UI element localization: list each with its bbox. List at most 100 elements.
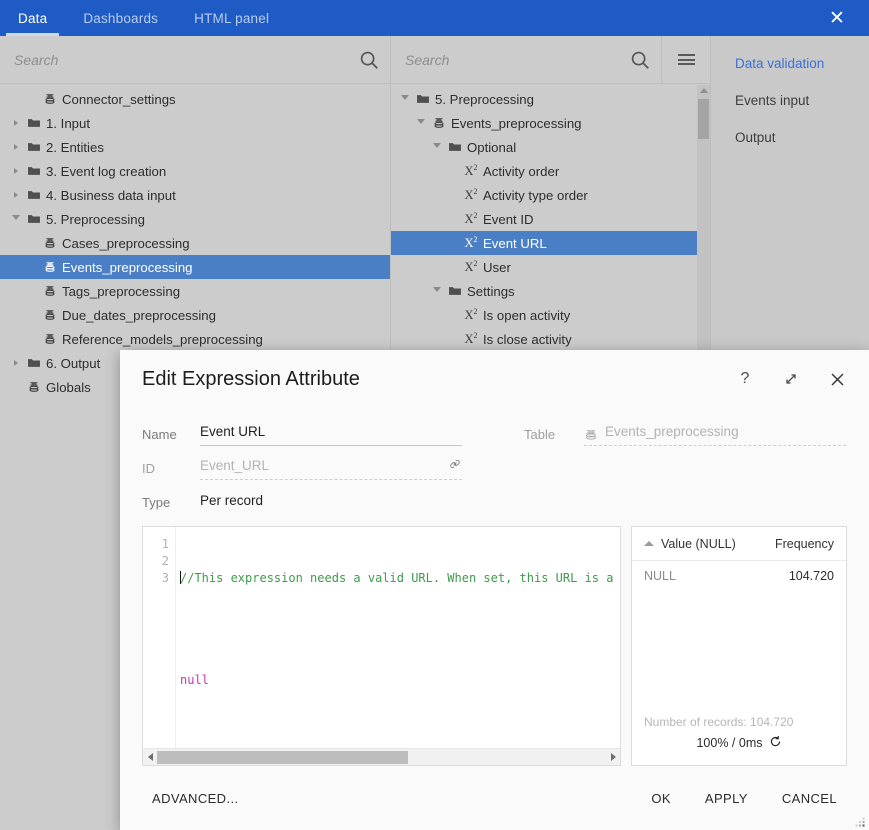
id-field[interactable]: Event_URL xyxy=(200,456,462,480)
tree-item[interactable]: 5. Preprocessing xyxy=(391,87,710,111)
tree-item-label: 4. Business data input xyxy=(44,188,176,203)
tree-item[interactable]: 4. Business data input xyxy=(0,183,390,207)
tree-item[interactable]: Due_dates_preprocessing xyxy=(0,303,390,327)
tree-item-label: Event ID xyxy=(481,212,534,227)
tree-item[interactable]: X2Activity type order xyxy=(391,183,710,207)
tree-item[interactable]: 2. Entities xyxy=(0,135,390,159)
chevron-right-icon[interactable] xyxy=(8,120,24,126)
expression-editor[interactable]: 1 2 3 //This expression needs a valid UR… xyxy=(142,526,621,766)
edit-expression-attribute-dialog: Edit Expression Attribute ? xyxy=(120,350,869,830)
tab-data[interactable]: Data xyxy=(0,0,65,36)
dialog-footer: ADVANCED... OK APPLY CANCEL xyxy=(120,766,869,830)
right-link-output[interactable]: Output xyxy=(735,130,869,145)
expression-icon: X2 xyxy=(461,187,481,203)
folder-icon xyxy=(24,188,44,202)
tree-item[interactable]: X2Event URL xyxy=(391,231,710,255)
scrollbar-thumb[interactable] xyxy=(698,99,709,139)
cancel-button[interactable]: CANCEL xyxy=(772,783,847,814)
tree-item[interactable]: Settings xyxy=(391,279,710,303)
tab-html-panel[interactable]: HTML panel xyxy=(176,0,287,36)
chevron-down-icon[interactable] xyxy=(397,95,413,103)
code-comment: //This expression needs a valid URL. Whe… xyxy=(180,571,613,585)
expression-icon: X2 xyxy=(461,235,481,251)
chevron-right-icon[interactable] xyxy=(8,192,24,198)
tree-item[interactable]: Connector_settings xyxy=(0,87,390,111)
left-search-box[interactable] xyxy=(0,36,390,84)
table-row[interactable]: NULL 104.720 xyxy=(632,561,846,591)
column-header-frequency[interactable]: Frequency xyxy=(775,537,834,551)
tree-item[interactable]: Optional xyxy=(391,135,710,159)
scrollbar-track[interactable] xyxy=(157,749,606,766)
expand-icon[interactable] xyxy=(781,369,801,389)
chevron-right-icon[interactable] xyxy=(8,144,24,150)
tree-item-label: User xyxy=(481,260,511,275)
ok-button[interactable]: OK xyxy=(641,783,681,814)
tree-item-label: Connector_settings xyxy=(60,92,176,107)
tree-item[interactable]: X2Is close activity xyxy=(391,327,710,351)
advanced-button[interactable]: ADVANCED... xyxy=(142,783,249,814)
tree-item[interactable]: Reference_models_preprocessing xyxy=(0,327,390,351)
sort-ascending-icon[interactable] xyxy=(644,541,654,546)
tree-item-label: 3. Event log creation xyxy=(44,164,166,179)
expression-icon: X2 xyxy=(461,307,481,323)
line-number: 1 xyxy=(143,536,169,553)
tree-item[interactable]: Events_preprocessing xyxy=(391,111,710,135)
refresh-icon[interactable] xyxy=(769,735,782,751)
folder-icon xyxy=(24,212,44,226)
search-icon[interactable] xyxy=(358,49,380,71)
dialog-close-icon[interactable] xyxy=(827,369,847,389)
tree-item[interactable]: 3. Event log creation xyxy=(0,159,390,183)
close-icon[interactable]: ✕ xyxy=(805,0,869,36)
hamburger-icon[interactable] xyxy=(662,36,710,84)
chevron-down-icon[interactable] xyxy=(429,143,445,151)
scroll-right-icon[interactable] xyxy=(606,753,620,761)
folder-icon xyxy=(24,140,44,154)
right-link-events-input[interactable]: Events input xyxy=(735,93,869,108)
name-field[interactable]: Event URL xyxy=(200,422,462,446)
expression-icon: X2 xyxy=(461,331,481,347)
line-number: 3 xyxy=(143,570,169,587)
tree-item[interactable]: X2User xyxy=(391,255,710,279)
tree-item[interactable]: X2Event ID xyxy=(391,207,710,231)
code-line-3: null xyxy=(180,672,620,689)
resize-grip[interactable] xyxy=(854,815,866,827)
table-icon xyxy=(24,380,44,394)
scrollbar-thumb[interactable] xyxy=(157,751,408,764)
tree-item-label: Settings xyxy=(465,284,515,299)
mid-search-box[interactable] xyxy=(391,36,661,84)
record-count-label: Number of records: 104.720 xyxy=(632,715,846,735)
tab-dashboards[interactable]: Dashboards xyxy=(65,0,176,36)
type-value: Per record xyxy=(200,493,263,511)
editor-horizontal-scrollbar[interactable] xyxy=(143,748,620,765)
tree-item[interactable]: Tags_preprocessing xyxy=(0,279,390,303)
link-icon[interactable] xyxy=(448,457,462,476)
chevron-down-icon[interactable] xyxy=(8,215,24,223)
tree-item-label: Events_preprocessing xyxy=(60,260,192,275)
chevron-right-icon[interactable] xyxy=(8,360,24,366)
table-icon xyxy=(584,428,598,442)
help-icon[interactable]: ? xyxy=(735,369,755,389)
tree-item[interactable]: Events_preprocessing xyxy=(0,255,390,279)
chevron-right-icon[interactable] xyxy=(8,168,24,174)
tree-item[interactable]: Cases_preprocessing xyxy=(0,231,390,255)
tree-item[interactable]: X2Is open activity xyxy=(391,303,710,327)
mid-search-input[interactable] xyxy=(403,51,629,69)
tree-item[interactable]: 5. Preprocessing xyxy=(0,207,390,231)
apply-button[interactable]: APPLY xyxy=(695,783,758,814)
right-link-data-validation[interactable]: Data validation xyxy=(735,56,869,71)
column-header-value[interactable]: Value (NULL) xyxy=(661,537,775,551)
field-row-type: Type Per record xyxy=(142,480,847,514)
right-link-list: Data validation Events input Output xyxy=(711,36,869,145)
left-search-input[interactable] xyxy=(12,51,358,69)
scroll-up-icon[interactable] xyxy=(700,88,708,93)
tree-item-label: Tags_preprocessing xyxy=(60,284,180,299)
chevron-down-icon[interactable] xyxy=(429,287,445,295)
tree-item[interactable]: X2Activity order xyxy=(391,159,710,183)
type-field[interactable]: Per record xyxy=(200,490,462,514)
search-icon[interactable] xyxy=(629,49,651,71)
tree-item[interactable]: 1. Input xyxy=(0,111,390,135)
scroll-left-icon[interactable] xyxy=(143,753,157,761)
code-area[interactable]: //This expression needs a valid URL. Whe… xyxy=(175,527,620,748)
chevron-down-icon[interactable] xyxy=(413,119,429,127)
table-icon xyxy=(40,284,60,298)
